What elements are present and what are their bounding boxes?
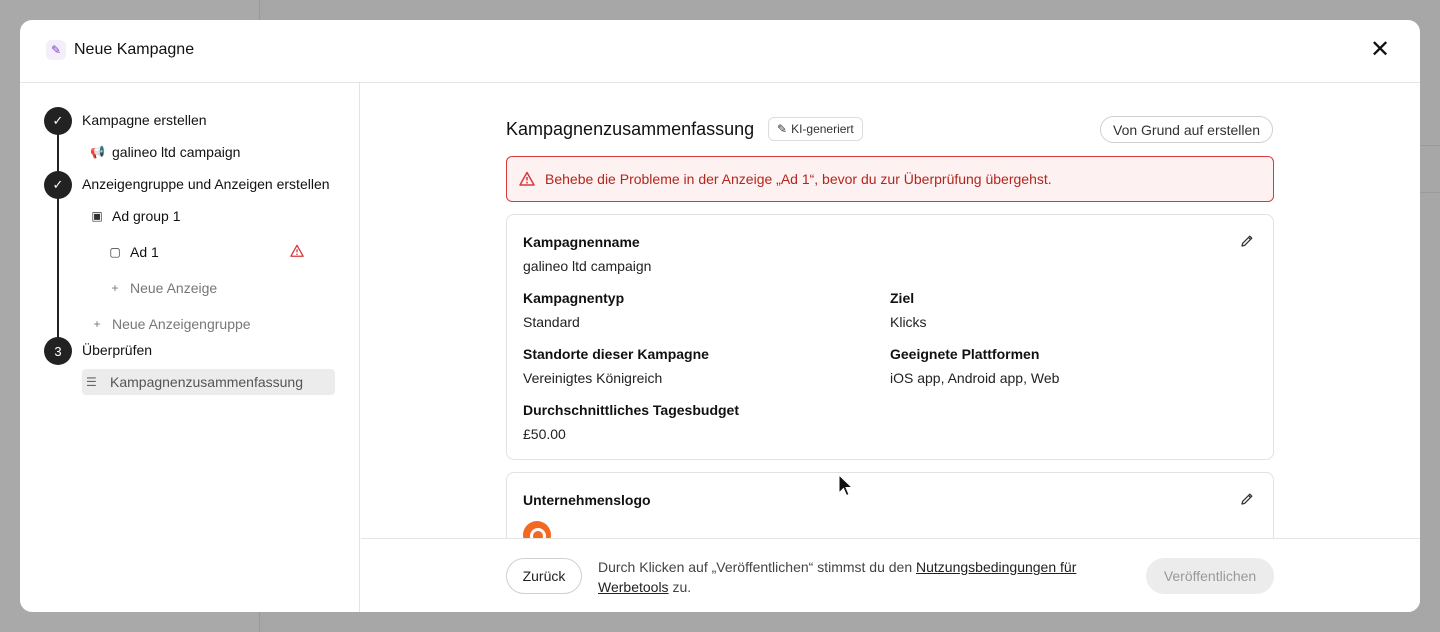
campaign-name-value: galineo ltd campaign: [523, 258, 652, 274]
platforms-label: Geeignete Plattformen: [890, 346, 1040, 362]
step-connector: [57, 133, 59, 175]
modal-header: ✎ Neue Kampagne ✕: [20, 20, 1420, 83]
modal-footer: Zurück Durch Klicken auf „Veröffentliche…: [361, 538, 1420, 612]
locations-label: Standorte dieser Kampagne: [523, 346, 709, 362]
stepper-ad-group-label: Ad group 1: [112, 208, 181, 224]
step-create-campaign[interactable]: Kampagne erstellen: [82, 112, 207, 128]
publish-button[interactable]: Veröffentlichen: [1146, 558, 1274, 594]
edit-pencil-icon[interactable]: [1239, 491, 1255, 507]
close-icon[interactable]: ✕: [1368, 38, 1392, 62]
alert-text: Behebe die Probleme in der Anzeige „Ad 1…: [545, 171, 1052, 187]
new-ad-group-label: Neue Anzeigengruppe: [112, 316, 251, 332]
pencil-sparkle-icon: ✎: [46, 40, 66, 60]
new-campaign-modal: ✎ Neue Kampagne ✕ ✓ Kampagne erstellen 📢…: [20, 20, 1420, 612]
step-create-ads[interactable]: Anzeigengruppe und Anzeigen erstellen: [82, 176, 330, 192]
company-logo-label: Unternehmenslogo: [523, 492, 651, 508]
pencil-sparkle-icon: ✎: [777, 122, 788, 136]
campaign-name-label: Kampagnenname: [523, 234, 640, 250]
warning-icon: [519, 171, 535, 186]
ai-badge-label: KI-generiert: [791, 122, 854, 136]
step-review[interactable]: Überprüfen: [82, 342, 152, 358]
warning-icon: [290, 244, 304, 257]
plus-icon: +: [93, 317, 101, 331]
back-button[interactable]: Zurück: [506, 558, 582, 594]
campaign-type-value: Standard: [523, 314, 580, 330]
daily-budget-value: £50.00: [523, 426, 566, 442]
ad-group-icon: ▣: [91, 209, 103, 223]
company-logo-image: [523, 521, 551, 538]
modal-title: Neue Kampagne: [74, 41, 195, 58]
step-connector: [57, 197, 59, 357]
stepper-campaign-label: galineo ltd campaign: [112, 144, 241, 160]
new-ad-group-button[interactable]: + Neue Anzeigengruppe: [90, 316, 251, 332]
summary-content: Kampagnenzusammenfassung ✎ KI-generiert …: [361, 83, 1420, 538]
goal-value: Klicks: [890, 314, 927, 330]
ai-generated-badge: ✎ KI-generiert: [768, 117, 863, 141]
stepper-summary-item[interactable]: ☰ Kampagnenzusammenfassung: [82, 369, 335, 395]
campaign-type-label: Kampagnentyp: [523, 290, 625, 306]
stepper-ad-group-item[interactable]: ▣ Ad group 1: [90, 208, 181, 224]
legal-notice: Durch Klicken auf „Veröffentlichen“ stim…: [598, 557, 1118, 597]
locations-value: Vereinigtes Königreich: [523, 370, 663, 386]
new-ad-button[interactable]: + Neue Anzeige: [108, 280, 217, 296]
megaphone-icon: 📢: [90, 145, 105, 159]
error-alert: Behebe die Probleme in der Anzeige „Ad 1…: [506, 156, 1274, 202]
mouse-cursor-icon: [838, 474, 854, 497]
stepper-campaign-item[interactable]: 📢 galineo ltd campaign: [90, 144, 240, 160]
stepper-summary-label: Kampagnenzusammenfassung: [110, 374, 304, 390]
step-done-check-icon: ✓: [44, 171, 72, 199]
goal-label: Ziel: [890, 290, 915, 306]
summary-lines-icon: ☰: [86, 375, 97, 389]
legal-prefix: Durch Klicken auf „Veröffentlichen“ stim…: [598, 559, 917, 575]
stepper-ad-item[interactable]: ▢ Ad 1: [108, 244, 159, 260]
edit-pencil-icon[interactable]: [1239, 233, 1255, 249]
daily-budget-label: Durchschnittliches Tagesbudget: [523, 402, 739, 418]
section-title: Kampagnenzusammenfassung: [506, 119, 755, 139]
step-number-badge: 3: [44, 337, 72, 365]
platforms-value: iOS app, Android app, Web: [890, 370, 1060, 386]
ad-icon: ▢: [109, 245, 121, 259]
plus-icon: +: [111, 281, 119, 295]
new-ad-label: Neue Anzeige: [130, 280, 218, 296]
stepper-ad-label: Ad 1: [130, 244, 159, 260]
company-logo-card: Unternehmenslogo: [506, 472, 1274, 538]
step-done-check-icon: ✓: [44, 107, 72, 135]
wizard-stepper: ✓ Kampagne erstellen 📢 galineo ltd campa…: [20, 83, 360, 612]
legal-suffix: zu.: [668, 579, 692, 595]
create-from-scratch-button[interactable]: Von Grund auf erstellen: [1100, 116, 1274, 143]
campaign-details-card: Kampagnenname galineo ltd campaign Kampa…: [506, 214, 1274, 460]
